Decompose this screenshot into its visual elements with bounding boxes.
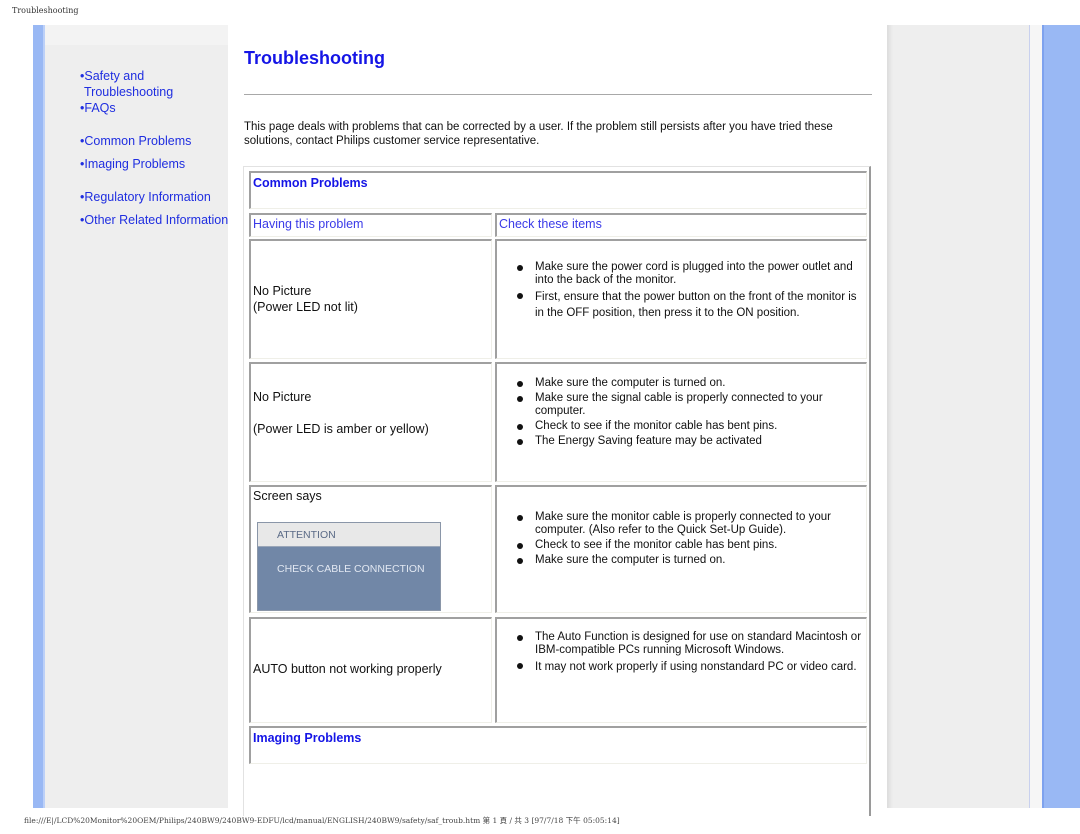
- nav-link-imaging-problems[interactable]: •Imaging Problems: [80, 156, 228, 172]
- check-item: The Energy Saving feature may be activat…: [517, 435, 866, 448]
- section-title: Imaging Problems: [253, 731, 362, 745]
- check-item: Make sure the computer is turned on.: [517, 554, 866, 567]
- check-item: The Auto Function is designed for use on…: [517, 631, 866, 657]
- check-item: It may not work properly if using nonsta…: [517, 659, 866, 675]
- check-item: Make sure the monitor cable is properly …: [517, 511, 866, 537]
- section-title: Common Problems: [253, 176, 368, 190]
- osd-message: CHECK CABLE CONNECTION: [258, 547, 440, 610]
- problem-text: No Picture: [253, 390, 312, 404]
- osd-message-image: ATTENTION CHECK CABLE CONNECTION: [257, 522, 441, 611]
- right-panel: [887, 25, 1029, 808]
- table-row-problem: Screen says ATTENTION CHECK CABLE CONNEC…: [249, 485, 492, 613]
- table-row-problem: No Picture (Power LED is amber or yellow…: [249, 362, 492, 482]
- column-header-check: Check these items: [495, 213, 867, 237]
- problem-detail: (Power LED is amber or yellow): [253, 422, 429, 436]
- section-header-common-problems: Common Problems: [249, 171, 867, 209]
- table-row-checks: Make sure the power cord is plugged into…: [495, 239, 867, 359]
- problem-text: AUTO button not working properly: [253, 662, 442, 676]
- osd-title: ATTENTION: [258, 523, 440, 547]
- right-decor-bar: [1042, 25, 1080, 808]
- print-header: Troubleshooting: [12, 6, 79, 15]
- nav-link-faqs[interactable]: •FAQs: [80, 100, 228, 116]
- check-item: Check to see if the monitor cable has be…: [517, 539, 866, 552]
- nav-link-common-problems[interactable]: •Common Problems: [80, 133, 228, 149]
- check-item: Make sure the signal cable is properly c…: [517, 392, 866, 418]
- sidebar-top: [45, 25, 228, 45]
- table-row-checks: Make sure the computer is turned on. Mak…: [495, 362, 867, 482]
- check-list: Make sure the monitor cable is properly …: [497, 487, 866, 567]
- nav-link-safety-troubleshooting[interactable]: •Safety and Troubleshooting: [80, 68, 228, 100]
- section-header-imaging-problems: Imaging Problems: [249, 726, 867, 764]
- problem-text: Screen says: [253, 489, 322, 503]
- column-header-label: Having this problem: [253, 217, 364, 231]
- table-row-checks: The Auto Function is designed for use on…: [495, 617, 867, 723]
- print-footer: file:///E|/LCD%20Monitor%20OEM/Philips/2…: [24, 816, 620, 825]
- check-item: Check to see if the monitor cable has be…: [517, 420, 866, 433]
- nav-link-regulatory-information[interactable]: •Regulatory Information: [80, 189, 228, 205]
- check-item: First, ensure that the power button on t…: [517, 289, 866, 321]
- check-list: Make sure the power cord is plugged into…: [497, 241, 866, 321]
- column-header-problem: Having this problem: [249, 213, 492, 237]
- problem-text: No Picture: [253, 284, 312, 298]
- sidebar-nav: •Safety and Troubleshooting •FAQs •Commo…: [80, 68, 228, 228]
- nav-label: Troubleshooting: [84, 85, 174, 99]
- nav-link-other-related-information[interactable]: •Other Related Information: [80, 212, 228, 228]
- left-decor-bar: [33, 25, 43, 808]
- nav-label: •Safety and: [80, 69, 145, 83]
- problem-detail: (Power LED not lit): [253, 300, 358, 314]
- title-divider: [244, 94, 872, 95]
- right-panel-edge: [887, 25, 893, 808]
- column-header-label: Check these items: [499, 217, 602, 231]
- check-item: Make sure the power cord is plugged into…: [517, 261, 866, 287]
- check-item: Make sure the computer is turned on.: [517, 377, 866, 390]
- check-list: Make sure the computer is turned on. Mak…: [497, 364, 866, 448]
- right-gap: [1030, 25, 1042, 808]
- table-row-problem: AUTO button not working properly: [249, 617, 492, 723]
- page-title: Troubleshooting: [244, 48, 385, 68]
- check-list: The Auto Function is designed for use on…: [497, 619, 866, 675]
- troubleshooting-table: Common Problems Having this problem Chec…: [243, 166, 871, 816]
- intro-text: This page deals with problems that can b…: [244, 121, 833, 147]
- table-row-problem: No Picture (Power LED not lit): [249, 239, 492, 359]
- table-row-checks: Make sure the monitor cable is properly …: [495, 485, 867, 613]
